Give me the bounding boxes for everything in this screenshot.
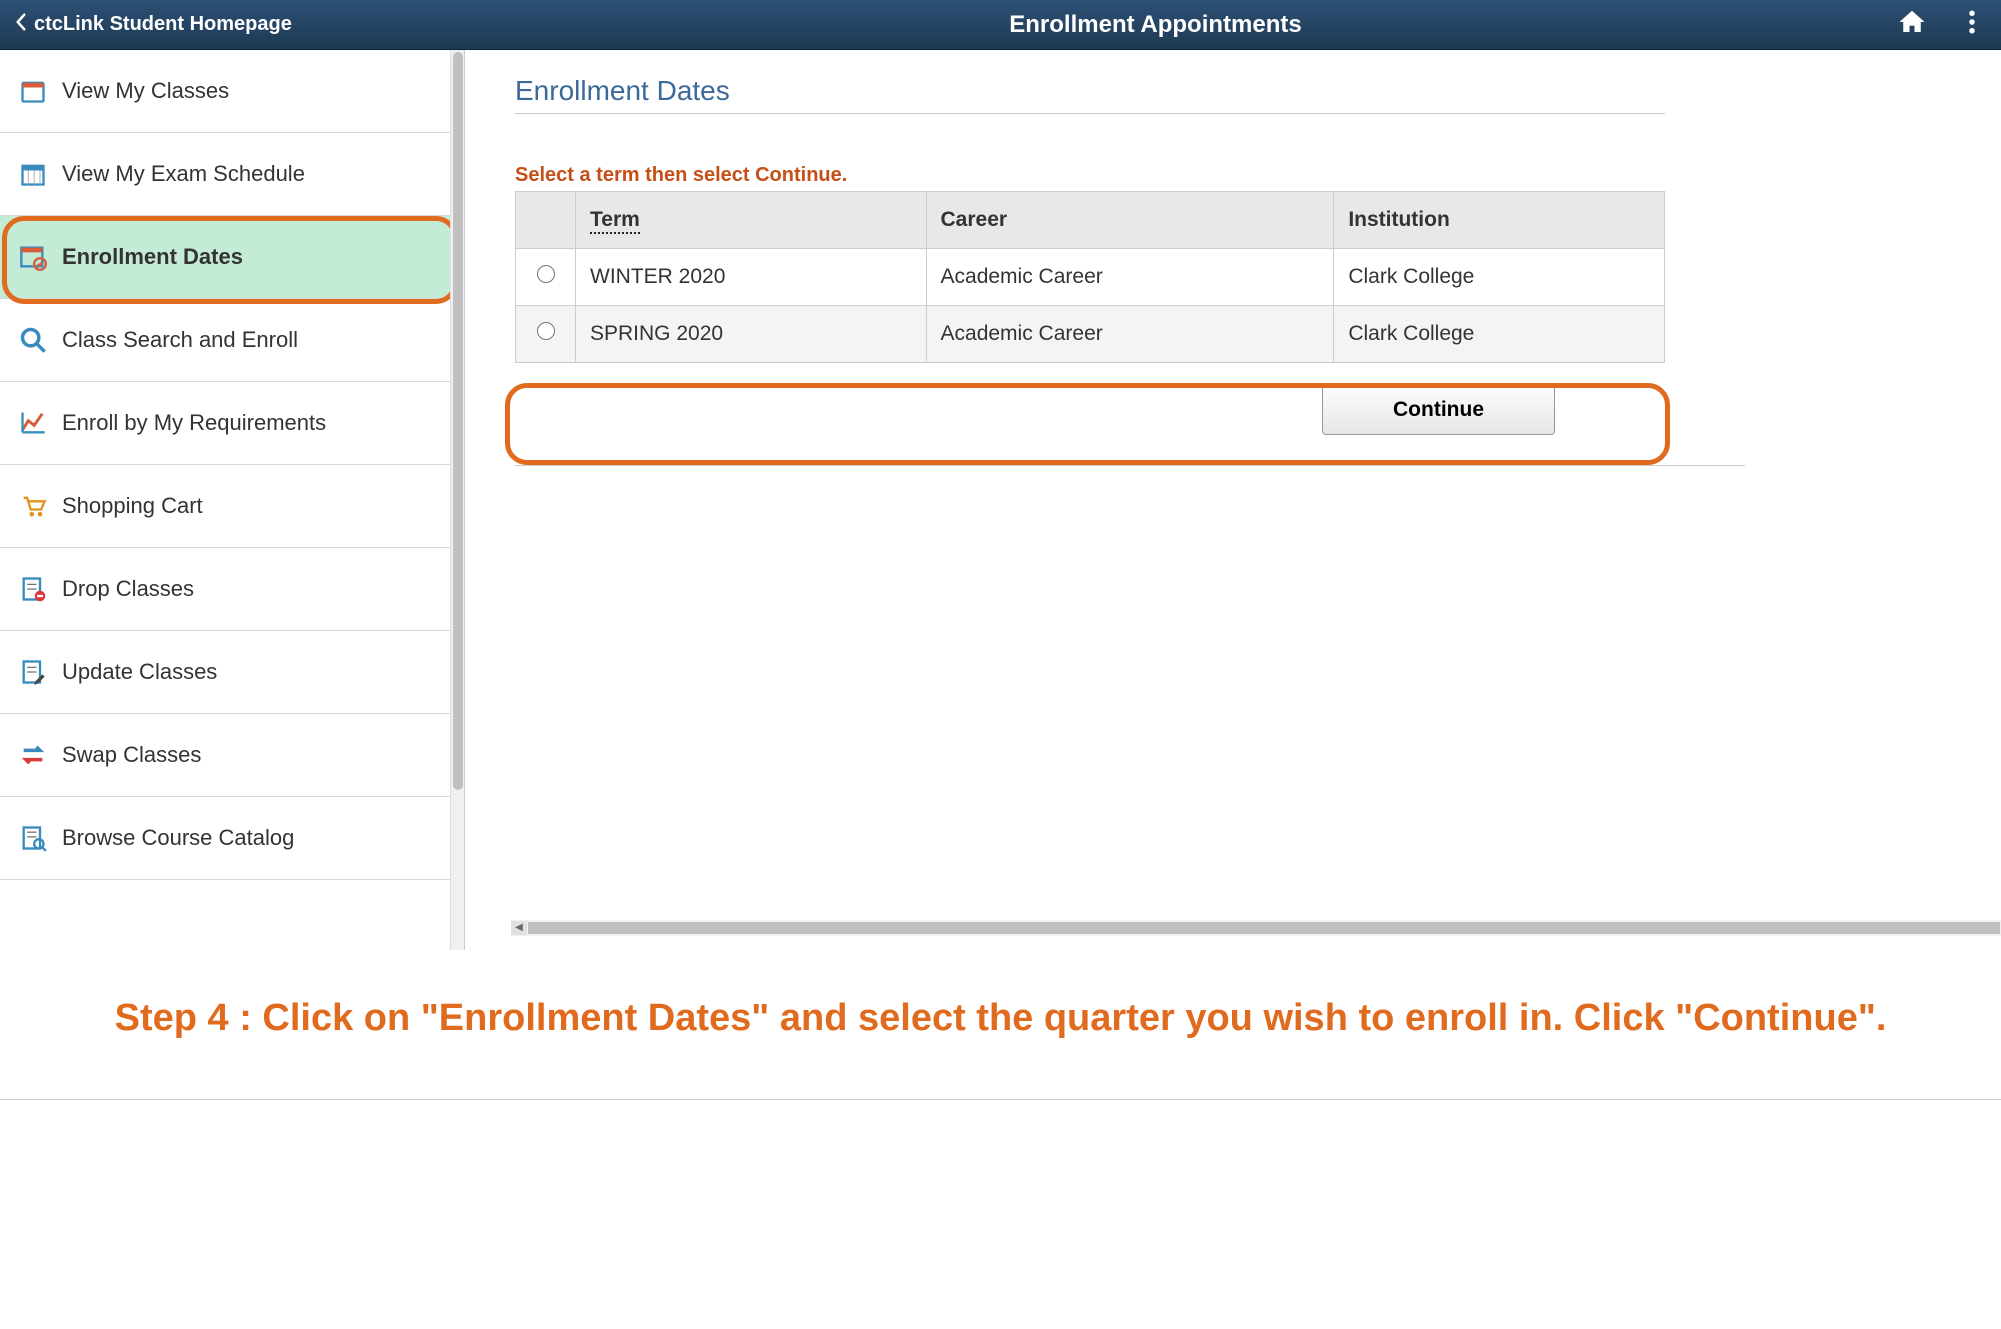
term-selection-table: Term Career Institution WINTER 2020 Acad… (515, 191, 1665, 363)
sidebar-item-browse-catalog[interactable]: Browse Course Catalog (0, 797, 464, 880)
app-header: ctcLink Student Homepage Enrollment Appo… (0, 0, 2001, 50)
term-radio[interactable] (537, 265, 555, 283)
main-content: Enrollment Dates Select a term then sele… (465, 50, 2001, 950)
cart-icon (18, 491, 48, 521)
sidebar-item-drop-classes[interactable]: Drop Classes (0, 548, 464, 631)
search-icon (18, 325, 48, 355)
table-row: WINTER 2020 Academic Career Clark Colleg… (516, 249, 1665, 306)
step-caption: Step 4 : Click on "Enrollment Dates" and… (60, 990, 1941, 1047)
sidebar-nav: View My Classes View My Exam Schedule En… (0, 50, 465, 950)
sidebar-item-class-search[interactable]: Class Search and Enroll (0, 299, 464, 382)
column-header-institution[interactable]: Institution (1334, 192, 1665, 249)
sidebar-item-label: Enrollment Dates (62, 244, 243, 270)
home-icon[interactable] (1897, 7, 1927, 43)
section-divider (515, 465, 1745, 466)
sidebar-scrollbar[interactable] (450, 50, 464, 950)
sidebar-item-enrollment-dates[interactable]: Enrollment Dates (0, 216, 464, 299)
sidebar-item-label: Browse Course Catalog (62, 825, 294, 851)
sidebar-item-exam-schedule[interactable]: View My Exam Schedule (0, 133, 464, 216)
sidebar-item-view-classes[interactable]: View My Classes (0, 50, 464, 133)
sidebar-item-label: Class Search and Enroll (62, 327, 298, 353)
term-radio[interactable] (537, 322, 555, 340)
sidebar-item-shopping-cart[interactable]: Shopping Cart (0, 465, 464, 548)
content-heading: Enrollment Dates (515, 75, 1665, 114)
sidebar-item-enroll-requirements[interactable]: Enroll by My Requirements (0, 382, 464, 465)
cell-term: WINTER 2020 (576, 249, 927, 306)
cell-career: Academic Career (926, 306, 1334, 363)
horizontal-scrollbar[interactable]: ◀ (511, 920, 2001, 936)
sidebar-item-label: Drop Classes (62, 576, 194, 602)
calendar-icon (18, 76, 48, 106)
column-header-blank (516, 192, 576, 249)
sidebar-item-update-classes[interactable]: Update Classes (0, 631, 464, 714)
catalog-icon (18, 823, 48, 853)
sidebar-item-label: Shopping Cart (62, 493, 203, 519)
back-button[interactable]: ctcLink Student Homepage (14, 13, 444, 36)
column-header-term[interactable]: Term (576, 192, 927, 249)
instruction-caption-region: Step 4 : Click on "Enrollment Dates" and… (0, 950, 2001, 1100)
edit-icon (18, 657, 48, 687)
back-label: ctcLink Student Homepage (34, 13, 292, 36)
instruction-text: Select a term then select Continue. (515, 164, 1961, 187)
continue-button[interactable]: Continue (1322, 385, 1555, 435)
sidebar-item-label: Update Classes (62, 659, 217, 685)
scroll-left-icon[interactable]: ◀ (511, 921, 527, 935)
sidebar-item-label: Swap Classes (62, 742, 201, 768)
sidebar-item-label: View My Classes (62, 78, 229, 104)
cell-career: Academic Career (926, 249, 1334, 306)
cell-term: SPRING 2020 (576, 306, 927, 363)
calendar-grid-icon (18, 159, 48, 189)
table-row: SPRING 2020 Academic Career Clark Colleg… (516, 306, 1665, 363)
drop-icon (18, 574, 48, 604)
chevron-left-icon (14, 13, 28, 36)
sidebar-item-label: View My Exam Schedule (62, 161, 305, 187)
sidebar-item-label: Enroll by My Requirements (62, 410, 326, 436)
more-menu-icon[interactable] (1957, 7, 1987, 43)
page-title: Enrollment Appointments (444, 11, 1867, 39)
calendar-check-icon (18, 242, 48, 272)
chart-line-icon (18, 408, 48, 438)
cell-institution: Clark College (1334, 249, 1665, 306)
column-header-career[interactable]: Career (926, 192, 1334, 249)
sidebar-item-swap-classes[interactable]: Swap Classes (0, 714, 464, 797)
swap-icon (18, 740, 48, 770)
cell-institution: Clark College (1334, 306, 1665, 363)
